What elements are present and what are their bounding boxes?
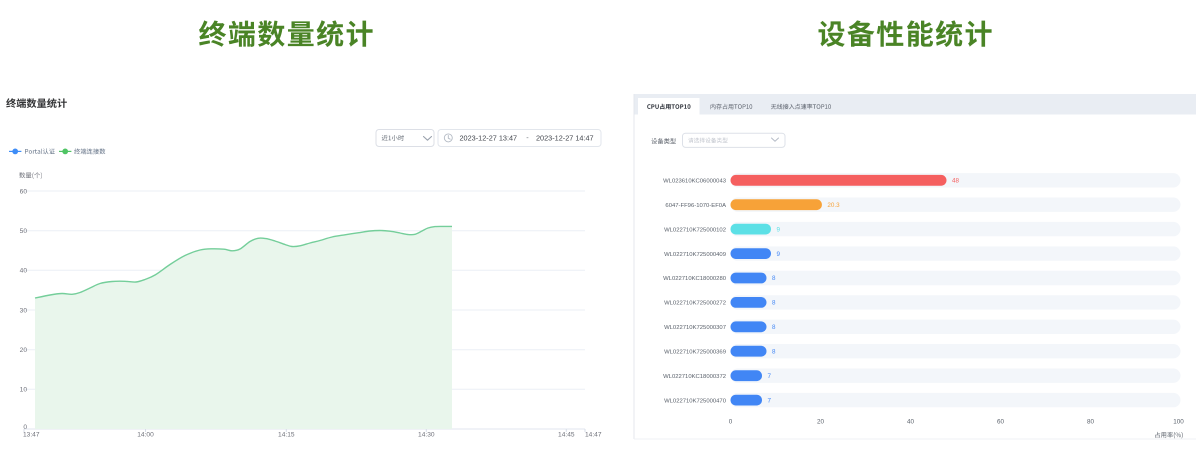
svg-text:WL022710K725000369: WL022710K725000369 xyxy=(664,349,726,355)
svg-text:40: 40 xyxy=(907,418,915,425)
svg-text:100: 100 xyxy=(1173,418,1184,425)
svg-text:20: 20 xyxy=(20,347,28,354)
svg-text:60: 60 xyxy=(997,418,1005,425)
svg-text:WL023610KC06000043: WL023610KC06000043 xyxy=(663,179,727,185)
svg-text:9: 9 xyxy=(777,251,781,258)
svg-text:20.3: 20.3 xyxy=(827,202,840,209)
svg-text:7: 7 xyxy=(768,397,772,404)
svg-text:2023-12-27 14:47: 2023-12-27 14:47 xyxy=(536,133,594,142)
svg-text:14:47: 14:47 xyxy=(585,432,602,439)
svg-text:10: 10 xyxy=(20,387,28,394)
svg-text:13:47: 13:47 xyxy=(23,432,40,439)
svg-text:8: 8 xyxy=(772,348,776,355)
svg-text:0: 0 xyxy=(729,418,733,425)
svg-text:8: 8 xyxy=(772,324,776,331)
svg-text:WL022710KC18000280: WL022710KC18000280 xyxy=(663,276,727,282)
svg-text:9: 9 xyxy=(777,226,781,233)
svg-text:WL022710K725000102: WL022710K725000102 xyxy=(664,227,726,233)
svg-text:30: 30 xyxy=(20,307,28,314)
svg-text:WL022710KC18000372: WL022710KC18000372 xyxy=(663,374,726,380)
svg-text:0: 0 xyxy=(23,424,27,431)
svg-text:48: 48 xyxy=(952,178,960,185)
svg-text:80: 80 xyxy=(1087,418,1095,425)
svg-text:14:30: 14:30 xyxy=(418,432,435,439)
svg-text:14:15: 14:15 xyxy=(278,432,295,439)
svg-text:8: 8 xyxy=(772,275,776,282)
svg-text:20: 20 xyxy=(817,418,825,425)
svg-text:50: 50 xyxy=(20,228,28,235)
svg-text:7: 7 xyxy=(768,373,772,380)
svg-text:60: 60 xyxy=(20,188,28,195)
svg-text:14:45: 14:45 xyxy=(558,432,575,439)
svg-text:WL022710K725000272: WL022710K725000272 xyxy=(664,301,726,307)
svg-text:WL022710K725000307: WL022710K725000307 xyxy=(664,325,726,331)
svg-text:WL022710K725000470: WL022710K725000470 xyxy=(664,398,727,404)
svg-text:WL022710K725000409: WL022710K725000409 xyxy=(664,252,726,258)
svg-text:40: 40 xyxy=(20,268,28,275)
svg-text:14:00: 14:00 xyxy=(137,432,154,439)
svg-text:2023-12-27 13:47: 2023-12-27 13:47 xyxy=(460,133,518,142)
svg-text:6047-FF96-1070-EF0A: 6047-FF96-1070-EF0A xyxy=(665,203,726,209)
svg-text:8: 8 xyxy=(772,300,776,307)
